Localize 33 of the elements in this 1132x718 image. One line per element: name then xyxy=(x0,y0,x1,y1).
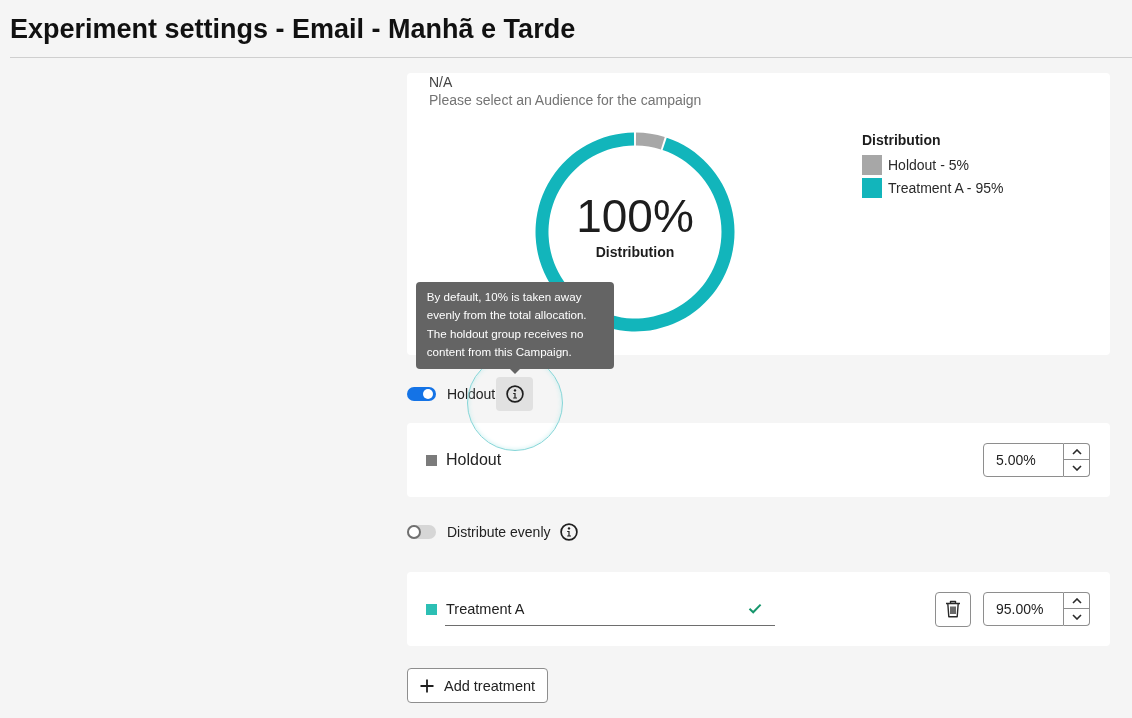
chevron-down-icon xyxy=(1071,465,1082,471)
toggle-label: Holdout xyxy=(447,386,496,402)
chevron-up-icon xyxy=(1071,448,1082,455)
legend-label: Holdout - 5% xyxy=(888,157,969,173)
toggle-switch[interactable] xyxy=(407,525,436,539)
increment-button[interactable] xyxy=(1064,592,1090,609)
chevron-down-icon xyxy=(1071,614,1082,620)
info-icon xyxy=(505,385,524,403)
legend-label: Treatment A - 95% xyxy=(888,180,1004,196)
trash-icon xyxy=(945,600,961,618)
toggle-switch[interactable] xyxy=(407,387,436,401)
percent-field[interactable]: 5.00% xyxy=(983,443,1064,477)
info-icon[interactable] xyxy=(559,523,578,541)
name-field[interactable]: Treatment A xyxy=(445,592,775,626)
audience-hint: Please select an Audience for the campaign xyxy=(429,91,702,109)
toggle-label: Distribute evenly xyxy=(447,524,551,540)
tooltip-pointer-icon xyxy=(509,369,520,374)
percent-field[interactable]: 95.00% xyxy=(983,592,1064,626)
donut-center-label: Distribution xyxy=(595,244,675,260)
decrement-button[interactable] xyxy=(1064,460,1090,477)
holdout-label: Holdout xyxy=(446,451,502,469)
audience-value: N/A xyxy=(429,75,453,89)
add-treatment-button[interactable]: Add treatment xyxy=(407,668,548,703)
tooltip: By default, 10% is taken away evenly from the total allocation. The holdout group receives no content from this Campaign. xyxy=(415,281,614,369)
decrement-button[interactable] xyxy=(1064,609,1090,626)
delete-button[interactable] xyxy=(935,591,971,627)
info-button[interactable] xyxy=(496,377,534,411)
legend-title: Distribution xyxy=(862,132,941,149)
page-title: Experiment settings - Email - Manhã e Tarde xyxy=(10,12,576,46)
chevron-up-icon xyxy=(1071,597,1082,604)
donut-center-value: 100% xyxy=(576,190,694,242)
plus-icon xyxy=(420,678,434,693)
increment-button[interactable] xyxy=(1064,443,1090,460)
